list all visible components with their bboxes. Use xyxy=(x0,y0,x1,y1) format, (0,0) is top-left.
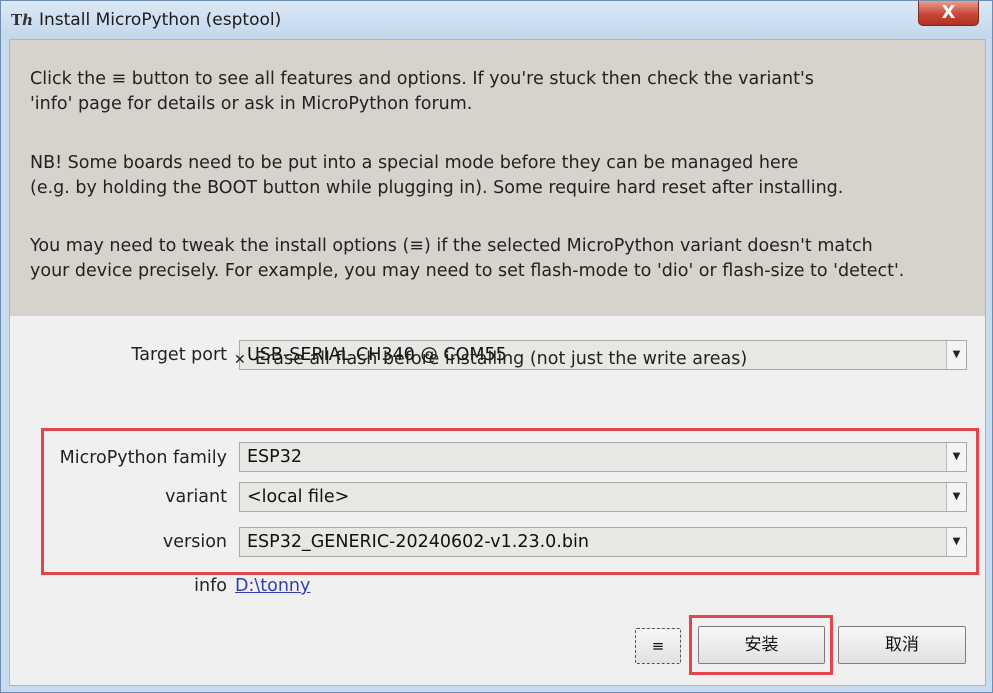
window-title: Install MicroPython (esptool) xyxy=(39,10,282,30)
info-text-line: NB! Some boards need to be put into a sp… xyxy=(30,153,799,173)
close-button[interactable]: X xyxy=(918,1,979,26)
info-text-line: You may need to tweak the install option… xyxy=(30,236,873,256)
info-text-line: (e.g. by holding the BOOT button while p… xyxy=(30,178,844,198)
options-menu-button[interactable]: ≡ xyxy=(635,628,681,664)
info-text-line: Click the ≡ button to see all features a… xyxy=(30,69,814,89)
version-value: ESP32_GENERIC-20240602-v1.23.0.bin xyxy=(247,532,589,552)
family-value: ESP32 xyxy=(247,447,302,467)
info-link[interactable]: D:\tonny xyxy=(235,576,310,596)
cancel-button[interactable]: 取消 xyxy=(838,626,966,664)
erase-flash-checkbox[interactable]: ✕ xyxy=(234,353,248,367)
info-text-line: 'info' page for details or ask in MicroP… xyxy=(30,94,473,114)
install-button[interactable]: 安装 xyxy=(698,626,825,664)
family-label: MicroPython family xyxy=(59,448,227,468)
erase-flash-label[interactable]: Erase all flash before installing (not j… xyxy=(255,349,747,369)
variant-select[interactable]: <local file> ▼ xyxy=(239,482,967,512)
target-port-label: Target port xyxy=(131,345,227,365)
info-text-line: your device precisely. For example, you … xyxy=(30,261,905,281)
version-select[interactable]: ESP32_GENERIC-20240602-v1.23.0.bin ▼ xyxy=(239,527,967,557)
chevron-down-icon[interactable]: ▼ xyxy=(946,483,966,511)
chevron-down-icon[interactable]: ▼ xyxy=(946,528,966,556)
version-label: version xyxy=(162,532,227,552)
family-select[interactable]: ESP32 ▼ xyxy=(239,442,967,472)
info-label: info xyxy=(194,576,227,596)
info-panel: Click the ≡ button to see all features a… xyxy=(10,40,985,316)
variant-label: variant xyxy=(165,487,227,507)
chevron-down-icon[interactable]: ▼ xyxy=(946,443,966,471)
variant-value: <local file> xyxy=(247,487,350,507)
install-dialog-window: Tℎ Install MicroPython (esptool) X Click… xyxy=(0,0,993,693)
chevron-down-icon[interactable]: ▼ xyxy=(946,341,966,369)
thonny-app-icon: Tℎ xyxy=(11,11,34,29)
title-bar[interactable]: Tℎ Install MicroPython (esptool) X xyxy=(1,1,992,39)
